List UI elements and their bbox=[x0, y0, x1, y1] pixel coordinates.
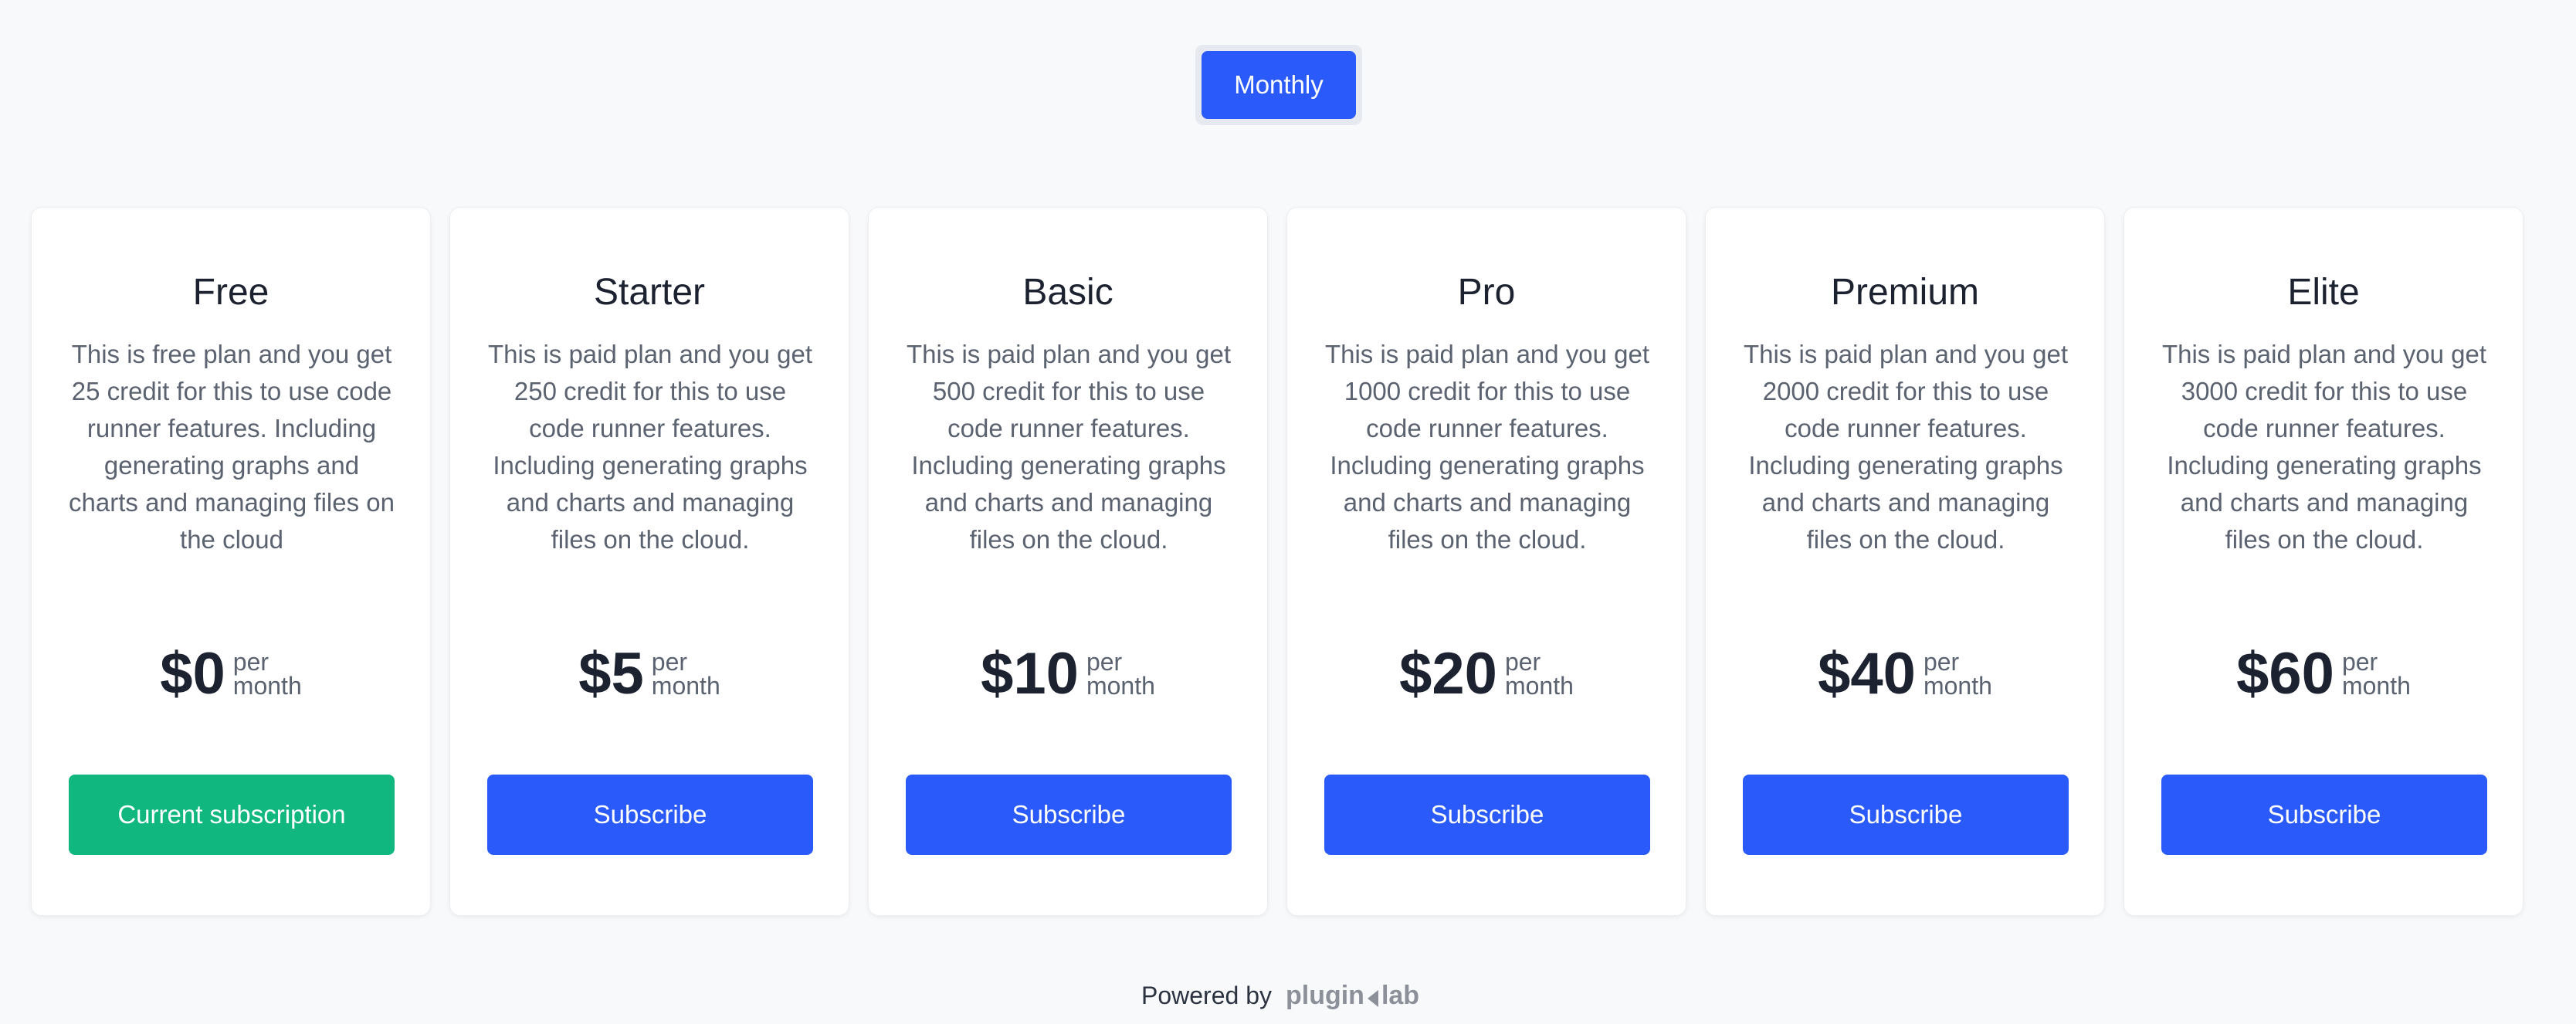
plan-name: Pro bbox=[1457, 272, 1516, 313]
subscribe-button-starter[interactable]: Subscribe bbox=[487, 775, 813, 855]
plan-description: This is paid plan and you get 500 credit… bbox=[906, 340, 1232, 554]
plan-price: $0 bbox=[160, 641, 225, 707]
plan-description: This is paid plan and you get 3000 credi… bbox=[2161, 340, 2487, 554]
billing-period-toggle: Monthly bbox=[1195, 45, 1362, 125]
plan-period: per month bbox=[1086, 648, 1155, 700]
pluginlab-logo-icon bbox=[1366, 985, 1380, 1007]
plan-price-row: $10 per month bbox=[869, 645, 1267, 704]
plan-price: $5 bbox=[578, 641, 644, 707]
plan-period: per month bbox=[2341, 648, 2411, 700]
plan-name: Elite bbox=[2287, 272, 2360, 313]
per-label: per bbox=[1086, 648, 1123, 676]
period-label: month bbox=[1086, 672, 1155, 700]
powered-by-label: Powered by bbox=[1141, 981, 1272, 1009]
pricing-cards: Free This is free plan and you get 25 cr… bbox=[31, 207, 2527, 916]
period-label: month bbox=[1504, 672, 1574, 700]
plan-card-premium: Premium This is paid plan and you get 20… bbox=[1705, 207, 2105, 916]
per-label: per bbox=[232, 648, 269, 676]
plan-price: $40 bbox=[1818, 641, 1916, 707]
plan-card-starter: Starter This is paid plan and you get 25… bbox=[449, 207, 849, 916]
current-subscription-button[interactable]: Current subscription bbox=[69, 775, 395, 855]
plan-period: per month bbox=[1923, 648, 1992, 700]
period-label: month bbox=[2341, 672, 2411, 700]
plan-card-pro: Pro This is paid plan and you get 1000 c… bbox=[1286, 207, 1686, 916]
subscribe-button-basic[interactable]: Subscribe bbox=[906, 775, 1232, 855]
plan-price: $60 bbox=[2236, 641, 2334, 707]
plan-card-free: Free This is free plan and you get 25 cr… bbox=[31, 207, 431, 916]
plan-description: This is free plan and you get 25 credit … bbox=[69, 340, 395, 554]
plan-period: per month bbox=[232, 648, 302, 700]
plan-period: per month bbox=[651, 648, 720, 700]
plan-price-row: $5 per month bbox=[450, 645, 849, 704]
period-label: month bbox=[1923, 672, 1992, 700]
plan-name: Premium bbox=[1830, 272, 1980, 313]
pluginlab-brand-link[interactable]: plugin lab bbox=[1286, 981, 1419, 1011]
per-label: per bbox=[2341, 648, 2378, 676]
plan-description: This is paid plan and you get 2000 credi… bbox=[1743, 340, 2069, 554]
subscribe-button-elite[interactable]: Subscribe bbox=[2161, 775, 2487, 855]
per-label: per bbox=[1504, 648, 1541, 676]
plan-name: Starter bbox=[593, 272, 706, 313]
subscribe-button-premium[interactable]: Subscribe bbox=[1743, 775, 2069, 855]
plan-price: $20 bbox=[1399, 641, 1497, 707]
powered-by-footer: Powered by plugin lab bbox=[1141, 976, 1419, 1015]
brand-text-lab: lab bbox=[1381, 980, 1420, 1010]
plan-price-row: $0 per month bbox=[32, 645, 430, 704]
per-label: per bbox=[651, 648, 688, 676]
plan-name: Free bbox=[192, 272, 269, 313]
plan-price: $10 bbox=[981, 641, 1079, 707]
plan-card-elite: Elite This is paid plan and you get 3000… bbox=[2124, 207, 2523, 916]
plan-price-row: $40 per month bbox=[1706, 645, 2104, 704]
per-label: per bbox=[1923, 648, 1960, 676]
plan-period: per month bbox=[1504, 648, 1574, 700]
plan-name: Basic bbox=[1022, 272, 1113, 313]
plan-price-row: $20 per month bbox=[1287, 645, 1686, 704]
period-label: month bbox=[651, 672, 720, 700]
subscribe-button-pro[interactable]: Subscribe bbox=[1324, 775, 1650, 855]
plan-card-basic: Basic This is paid plan and you get 500 … bbox=[868, 207, 1268, 916]
brand-text-plugin: plugin bbox=[1285, 980, 1364, 1010]
monthly-button[interactable]: Monthly bbox=[1202, 51, 1356, 119]
plan-description: This is paid plan and you get 250 credit… bbox=[487, 340, 813, 554]
plan-price-row: $60 per month bbox=[2124, 645, 2523, 704]
plan-description: This is paid plan and you get 1000 credi… bbox=[1324, 340, 1650, 554]
period-label: month bbox=[232, 672, 302, 700]
